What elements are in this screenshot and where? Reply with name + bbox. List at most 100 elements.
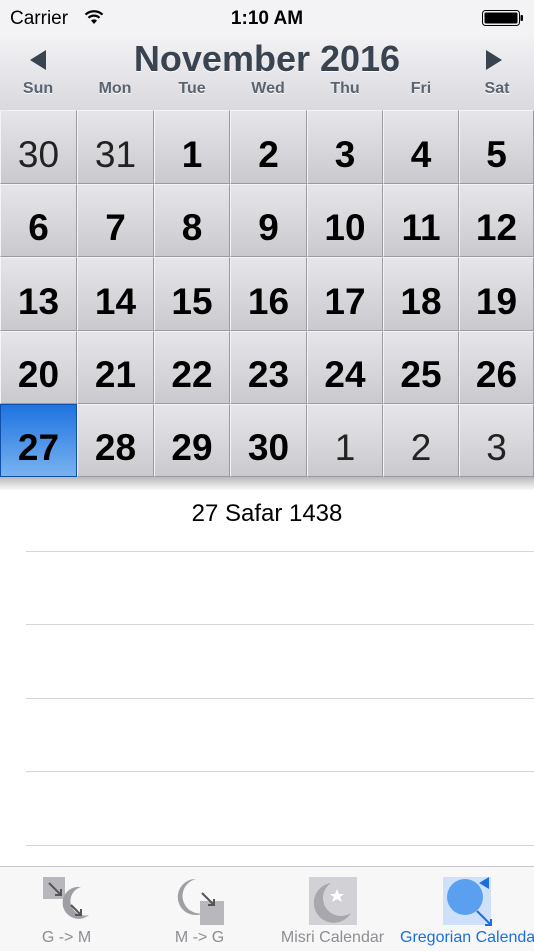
calendar-day[interactable]: 23	[230, 331, 307, 404]
calendar-day[interactable]: 18	[383, 257, 459, 331]
calendar-day[interactable]: 22	[154, 331, 230, 404]
calendar-day-number: 1	[334, 427, 356, 468]
weekday-label: Sun	[22, 80, 54, 97]
gregorian-to-misri-icon	[42, 877, 89, 919]
calendar-day[interactable]: 2	[230, 110, 307, 184]
calendar-day-number: 25	[400, 354, 442, 395]
calendar-day[interactable]: 29	[154, 404, 230, 477]
calendar-day-number: 23	[247, 354, 290, 395]
status-bar: Carrier 1:10 AM	[0, 0, 534, 36]
hijri-date-label: 27 Safar 1438	[191, 500, 343, 527]
list-separator	[26, 624, 534, 625]
calendar-day[interactable]: 15	[154, 257, 230, 331]
calendar-day[interactable]: 28	[77, 404, 154, 477]
calendar-day[interactable]: 24	[307, 331, 383, 404]
calendar-day[interactable]: 30	[230, 404, 307, 477]
calendar-day[interactable]: 17	[307, 257, 383, 331]
calendar-day-number: 21	[94, 354, 137, 395]
calendar-day[interactable]: 12	[459, 184, 534, 257]
calendar-day-number: 22	[171, 354, 213, 395]
tab-m-to-g[interactable]: M -> G	[133, 867, 266, 951]
calendar-day[interactable]: 10	[307, 184, 383, 257]
calendar-day-number: 7	[105, 207, 126, 248]
calendar-day-number: 11	[401, 207, 441, 248]
calendar-day-number: 29	[171, 427, 213, 468]
tab-label: M -> G	[174, 929, 225, 946]
calendar-day[interactable]: 19	[459, 257, 534, 331]
list-separator	[26, 845, 534, 846]
status-time: 1:10 AM	[230, 8, 304, 29]
calendar-day[interactable]: 11	[383, 184, 459, 257]
calendar-day[interactable]: 3	[307, 110, 383, 184]
calendar-day[interactable]: 8	[154, 184, 230, 257]
crescent-star-icon	[308, 877, 357, 925]
list-separator	[26, 698, 534, 699]
weekday-label: Wed	[251, 80, 285, 97]
weekday-label: Thu	[330, 80, 360, 97]
calendar-day-number: 4	[410, 134, 432, 175]
grid-shadow	[0, 477, 534, 491]
calendar-day-number: 5	[486, 134, 507, 175]
calendar-day-number: 14	[94, 281, 137, 322]
calendar-day-number: 8	[181, 207, 203, 248]
list-separator	[26, 771, 534, 772]
tab-gregorian-calendar[interactable]: Gregorian Calendar	[400, 867, 534, 951]
weekday-label: Tue	[178, 80, 206, 97]
calendar-day-number: 27	[17, 427, 60, 468]
calendar-day[interactable]: 21	[77, 331, 154, 404]
calendar-day-number: 28	[94, 427, 137, 468]
calendar-day-number: 3	[486, 427, 507, 468]
weekday-label: Fri	[410, 80, 432, 97]
weekday-label: Sat	[484, 80, 510, 97]
calendar-day-number: 26	[475, 354, 518, 395]
misri-to-gregorian-icon	[177, 878, 224, 925]
month-title: November 2016	[133, 38, 401, 79]
tab-misri-calendar[interactable]: Misri Calendar	[266, 867, 399, 951]
tab-label: Misri Calendar	[280, 929, 385, 946]
calendar-day[interactable]: 9	[230, 184, 307, 257]
calendar-day-number: 24	[324, 354, 366, 395]
calendar-day-number: 10	[324, 207, 366, 248]
calendar-day[interactable]: 1	[307, 404, 383, 477]
calendar-day-number: 9	[258, 207, 279, 248]
calendar-day-number: 19	[475, 281, 518, 322]
calendar-day-number: 6	[28, 207, 49, 248]
calendar-day-number: 31	[94, 134, 137, 175]
calendar-day[interactable]: 1	[154, 110, 230, 184]
calendar-day-number: 2	[410, 427, 432, 468]
weekday-row: Sun Mon Tue Wed Thu Fri Sat	[0, 80, 534, 102]
calendar-day-number: 1	[181, 134, 203, 175]
calendar-grid: 30 31 1 2 3 4 5 6 7 8 9 10 11 12 13 14 15 16 17 18 19 20 21 22 2…	[0, 110, 534, 477]
calendar-day-number: 30	[17, 134, 60, 175]
calendar-day-number: 13	[17, 281, 60, 322]
calendar-day[interactable]: 26	[459, 331, 534, 404]
calendar-day[interactable]: 14	[77, 257, 154, 331]
weekday-label: Mon	[98, 80, 132, 97]
calendar-day[interactable]: 4	[383, 110, 459, 184]
calendar-day-number: 15	[171, 281, 213, 322]
calendar-day-number: 3	[334, 134, 356, 175]
calendar-day[interactable]: 13	[0, 257, 77, 331]
calendar-day-number: 16	[247, 281, 290, 322]
calendar-day[interactable]: 16	[230, 257, 307, 331]
calendar-day[interactable]: 2	[383, 404, 459, 477]
calendar-day-number: 18	[400, 281, 442, 322]
calendar-day-number: 17	[324, 281, 366, 322]
battery-icon	[482, 10, 523, 26]
calendar-day-number: 30	[247, 427, 290, 468]
tab-g-to-m[interactable]: G -> M	[0, 867, 133, 951]
calendar-day[interactable]: 20	[0, 331, 77, 404]
calendar-header: November 2016 Sun Mon Tue Wed Thu Fri Sa…	[0, 36, 534, 111]
calendar-day[interactable]: 30	[0, 110, 77, 184]
calendar-day[interactable]: 31	[77, 110, 154, 184]
tab-bar: G -> M M -> G Misri Calendar Gregorian C…	[0, 866, 534, 951]
calendar-day-selected[interactable]: 27	[0, 404, 77, 477]
calendar-day[interactable]: 7	[77, 184, 154, 257]
calendar-day[interactable]: 5	[459, 110, 534, 184]
calendar-day[interactable]: 6	[0, 184, 77, 257]
next-month-icon[interactable]	[482, 48, 506, 72]
calendar-day-number: 12	[475, 207, 518, 248]
calendar-day[interactable]: 25	[383, 331, 459, 404]
calendar-day[interactable]: 3	[459, 404, 534, 477]
list-separator	[26, 551, 534, 552]
